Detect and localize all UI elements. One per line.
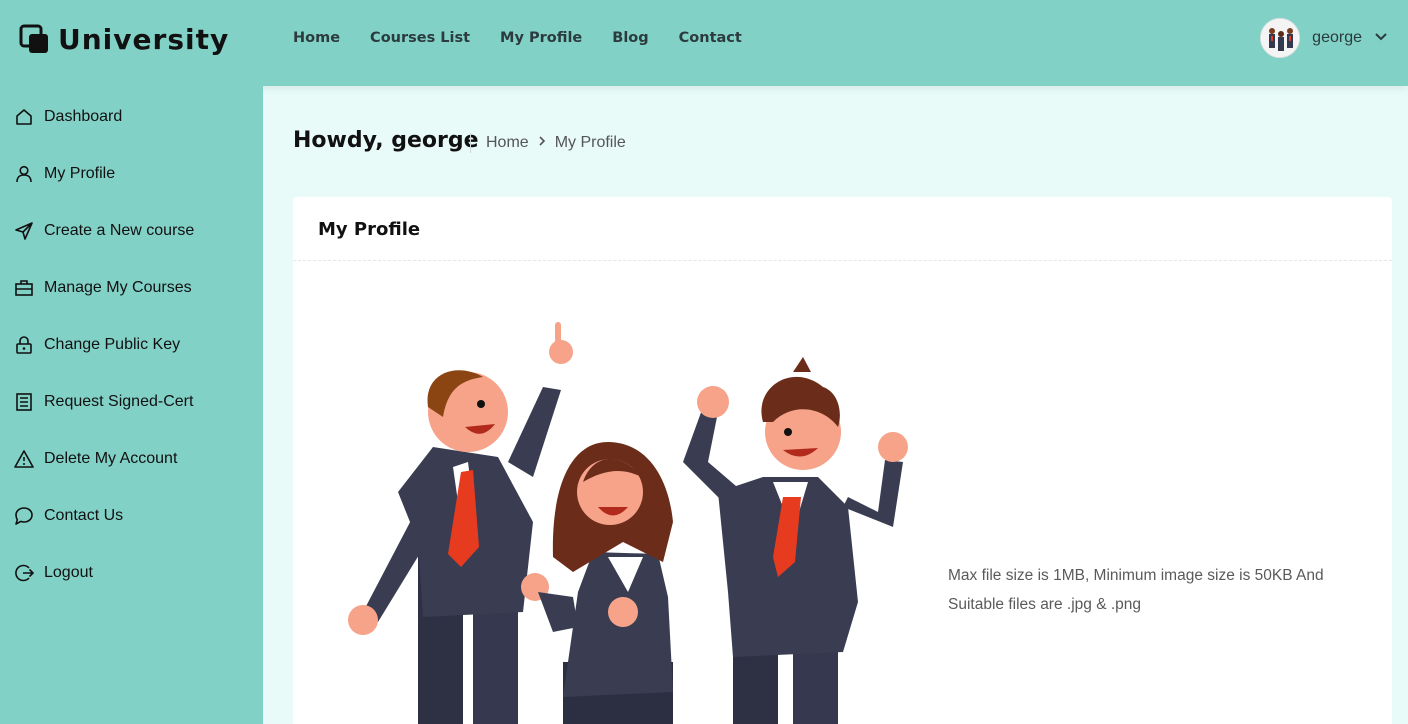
nav-blog[interactable]: Blog xyxy=(612,30,648,46)
sidebar-item-contact-us[interactable]: Contact Us xyxy=(14,504,123,528)
sidebar-item-label: Request Signed-Cert xyxy=(44,393,194,410)
briefcase-icon xyxy=(15,280,33,296)
breadcrumb: Home My Profile xyxy=(486,134,626,152)
sidebar-item-label: My Profile xyxy=(44,165,116,182)
send-icon xyxy=(15,222,33,240)
sidebar-item-label: Contact Us xyxy=(44,507,124,524)
sidebar-item-label: Change Public Key xyxy=(44,336,181,353)
sidebar-item-create-course[interactable]: Create a New course xyxy=(14,219,194,243)
sidebar-item-delete-account[interactable]: Delete My Account xyxy=(14,447,177,471)
sidebar-item-request-signed-cert[interactable]: Request Signed-Cert xyxy=(14,390,193,414)
nav-home[interactable]: Home xyxy=(293,30,340,46)
breadcrumb-divider xyxy=(470,133,471,153)
nav-contact[interactable]: Contact xyxy=(679,30,742,46)
profile-card: My Profile Max file size is 1MB, Minimum… xyxy=(293,197,1392,724)
sidebar-item-label: Manage My Courses xyxy=(44,279,192,296)
chevron-right-icon xyxy=(537,134,547,152)
avatar xyxy=(1260,18,1301,58)
sidebar-item-label: Dashboard xyxy=(44,108,123,125)
sidebar-item-label: Logout xyxy=(44,564,93,581)
chat-icon xyxy=(15,507,33,525)
nav-my-profile[interactable]: My Profile xyxy=(500,30,582,46)
nav-courses-list[interactable]: Courses List xyxy=(370,30,470,46)
brand-logo[interactable]: University xyxy=(19,22,229,56)
sidebar-item-dashboard[interactable]: Dashboard xyxy=(14,105,122,129)
upload-hint: Max file size is 1MB, Minimum image size… xyxy=(948,567,1324,613)
user-icon xyxy=(16,165,32,183)
warning-icon xyxy=(14,450,34,468)
page-title: Howdy, george xyxy=(293,128,479,153)
card-divider xyxy=(293,260,1392,261)
breadcrumb-home[interactable]: Home xyxy=(486,134,529,152)
brand-name: University xyxy=(58,22,230,56)
sidebar: Dashboard My Profile Create a New course… xyxy=(0,86,263,724)
chevron-down-icon[interactable] xyxy=(1374,29,1388,48)
main-nav: Home Courses List My Profile Blog Contac… xyxy=(293,30,742,46)
card-title: My Profile xyxy=(318,219,421,240)
profile-image-upload[interactable] xyxy=(323,292,923,724)
user-menu[interactable]: george xyxy=(1260,18,1388,58)
sidebar-item-logout[interactable]: Logout xyxy=(14,561,93,585)
sidebar-item-change-public-key[interactable]: Change Public Key xyxy=(14,333,180,357)
logo-icon xyxy=(19,24,50,55)
sidebar-item-manage-courses[interactable]: Manage My Courses xyxy=(14,276,192,300)
document-icon xyxy=(16,393,32,411)
top-navbar: University Home Courses List My Profile … xyxy=(0,0,1408,86)
sidebar-item-label: Delete My Account xyxy=(44,450,178,467)
logout-icon xyxy=(15,564,34,582)
sidebar-item-my-profile[interactable]: My Profile xyxy=(14,162,115,186)
breadcrumb-current: My Profile xyxy=(554,134,626,151)
user-name: george xyxy=(1312,29,1362,46)
home-icon xyxy=(16,109,32,125)
celebrating-people-illustration xyxy=(348,322,908,724)
lock-icon xyxy=(16,336,32,354)
sidebar-item-label: Create a New course xyxy=(44,222,195,239)
